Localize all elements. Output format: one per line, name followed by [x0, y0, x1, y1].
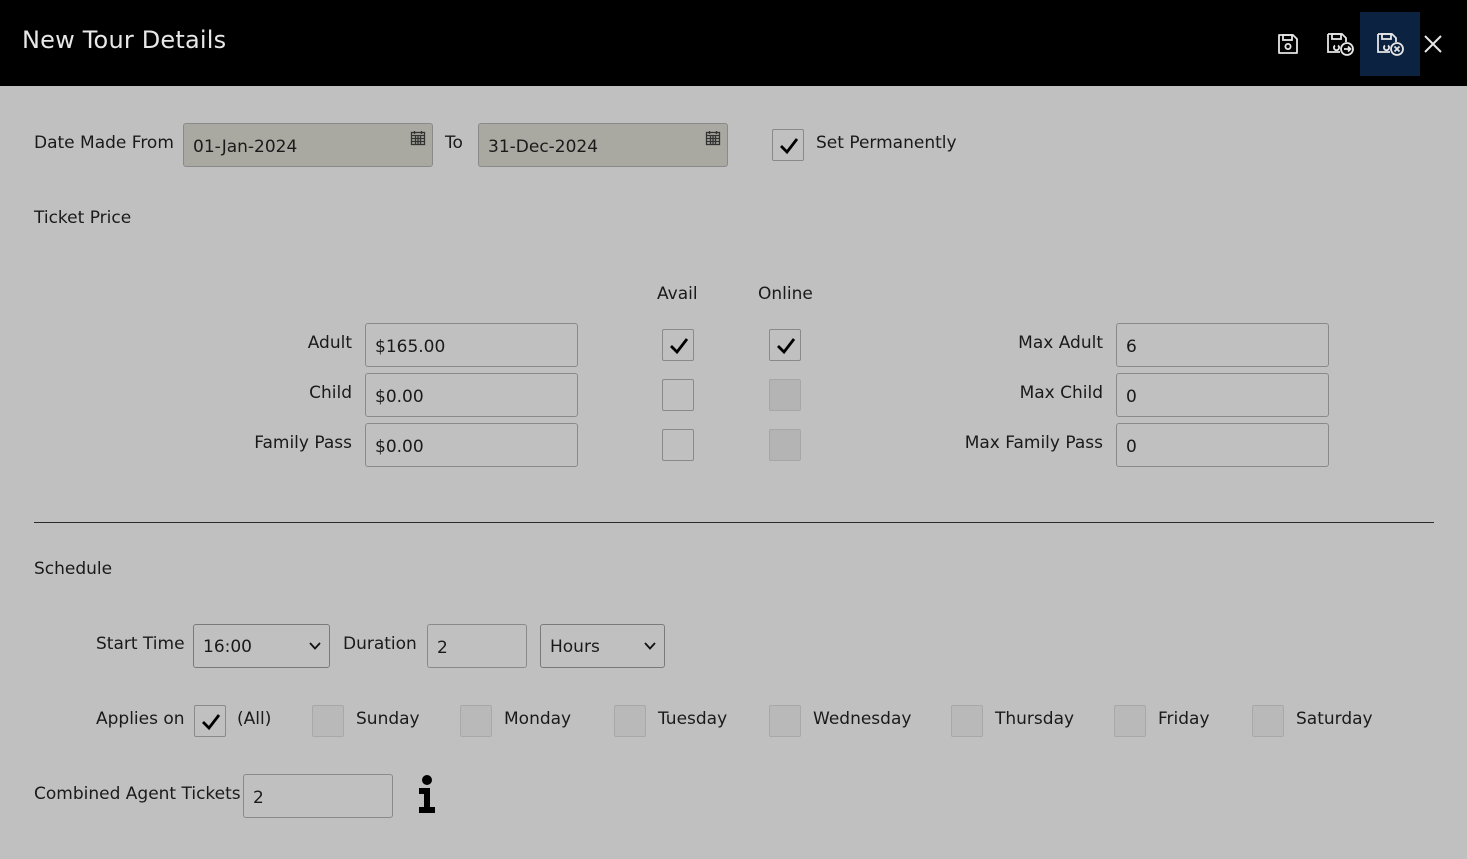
adult-online-checkbox[interactable]: [769, 329, 801, 361]
day-friday-label: Friday: [1158, 709, 1210, 729]
section-divider: [34, 522, 1434, 523]
day-monday-label: Monday: [504, 709, 572, 729]
save-and-new-icon: [1327, 33, 1354, 56]
duration-unit-select[interactable]: Hours: [540, 624, 665, 668]
day-saturday-label: Saturday: [1296, 709, 1373, 729]
set-permanently-checkbox[interactable]: [772, 129, 804, 161]
child-price-input[interactable]: $0.00: [365, 373, 578, 417]
chevron-down-icon: [309, 642, 321, 650]
combined-agent-tickets-input[interactable]: 2: [243, 774, 393, 818]
start-time-value: 16:00: [203, 637, 252, 657]
date-made-from-label: Date Made From: [34, 133, 174, 153]
date-to-value: 31-Dec-2024: [488, 137, 599, 157]
family-pass-label: Family Pass: [254, 433, 352, 453]
adult-avail-checkbox[interactable]: [662, 329, 694, 361]
start-time-label: Start Time: [96, 634, 185, 654]
family-pass-online-checkbox[interactable]: [769, 429, 801, 461]
save-and-close-button[interactable]: [1360, 12, 1420, 76]
date-to-label: To: [445, 133, 463, 153]
duration-label: Duration: [343, 634, 417, 654]
ticket-price-heading: Ticket Price: [34, 208, 132, 228]
close-icon: [1424, 35, 1442, 53]
day-thursday-checkbox[interactable]: [951, 705, 983, 737]
max-child-value: 0: [1126, 387, 1137, 407]
title-bar: New Tour Details: [0, 0, 1467, 86]
window-title: New Tour Details: [22, 26, 227, 54]
duration-input[interactable]: 2: [427, 624, 527, 668]
day-sunday-checkbox[interactable]: [312, 705, 344, 737]
applies-on-label: Applies on: [96, 709, 185, 729]
max-child-label: Max Child: [1019, 383, 1103, 403]
max-adult-input[interactable]: 6: [1116, 323, 1329, 367]
combined-agent-tickets-value: 2: [253, 788, 264, 808]
checkmark-icon: [777, 338, 796, 355]
family-pass-avail-checkbox[interactable]: [662, 429, 694, 461]
day-friday-checkbox[interactable]: [1114, 705, 1146, 737]
duration-unit-value: Hours: [550, 637, 600, 657]
day-sunday-label: Sunday: [356, 709, 420, 729]
adult-price-input[interactable]: $165.00: [365, 323, 578, 367]
day-wednesday-checkbox[interactable]: [769, 705, 801, 737]
day-tuesday-checkbox[interactable]: [614, 705, 646, 737]
set-permanently-label: Set Permanently: [816, 133, 957, 153]
day-thursday-label: Thursday: [995, 709, 1075, 729]
max-family-pass-input[interactable]: 0: [1116, 423, 1329, 467]
child-label: Child: [309, 383, 352, 403]
start-time-select[interactable]: 16:00: [193, 624, 330, 668]
child-online-checkbox[interactable]: [769, 379, 801, 411]
family-pass-price-value: $0.00: [375, 437, 424, 457]
calendar-icon[interactable]: [410, 130, 426, 146]
combined-agent-tickets-label: Combined Agent Tickets: [34, 784, 241, 804]
child-price-value: $0.00: [375, 387, 424, 407]
date-from-field[interactable]: 01-Jan-2024: [183, 123, 433, 167]
day-saturday-checkbox[interactable]: [1252, 705, 1284, 737]
chevron-down-icon: [644, 642, 656, 650]
save-and-close-icon: [1377, 33, 1404, 56]
adult-price-value: $165.00: [375, 337, 446, 357]
online-column-header: Online: [758, 284, 813, 304]
day-tuesday-label: Tuesday: [658, 709, 728, 729]
date-to-field[interactable]: 31-Dec-2024: [478, 123, 728, 167]
max-family-pass-label: Max Family Pass: [964, 433, 1103, 453]
day-wednesday-label: Wednesday: [813, 709, 912, 729]
checkmark-icon: [780, 138, 799, 155]
info-icon[interactable]: [416, 774, 438, 814]
family-pass-price-input[interactable]: $0.00: [365, 423, 578, 467]
checkmark-icon: [202, 714, 221, 731]
duration-value: 2: [437, 638, 448, 658]
date-from-value: 01-Jan-2024: [193, 137, 298, 157]
save-button[interactable]: [1258, 12, 1318, 76]
max-family-pass-value: 0: [1126, 437, 1137, 457]
day-all-checkbox[interactable]: [194, 705, 226, 737]
max-adult-label: Max Adult: [1018, 333, 1103, 353]
checkmark-icon: [670, 338, 689, 355]
max-adult-value: 6: [1126, 337, 1137, 357]
child-avail-checkbox[interactable]: [662, 379, 694, 411]
day-all-label: (All): [237, 709, 272, 729]
day-monday-checkbox[interactable]: [460, 705, 492, 737]
close-button[interactable]: [1416, 12, 1450, 76]
avail-column-header: Avail: [657, 284, 698, 304]
save-icon: [1278, 34, 1298, 54]
max-child-input[interactable]: 0: [1116, 373, 1329, 417]
calendar-icon[interactable]: [705, 130, 721, 146]
schedule-heading: Schedule: [34, 559, 113, 579]
adult-label: Adult: [307, 333, 352, 353]
